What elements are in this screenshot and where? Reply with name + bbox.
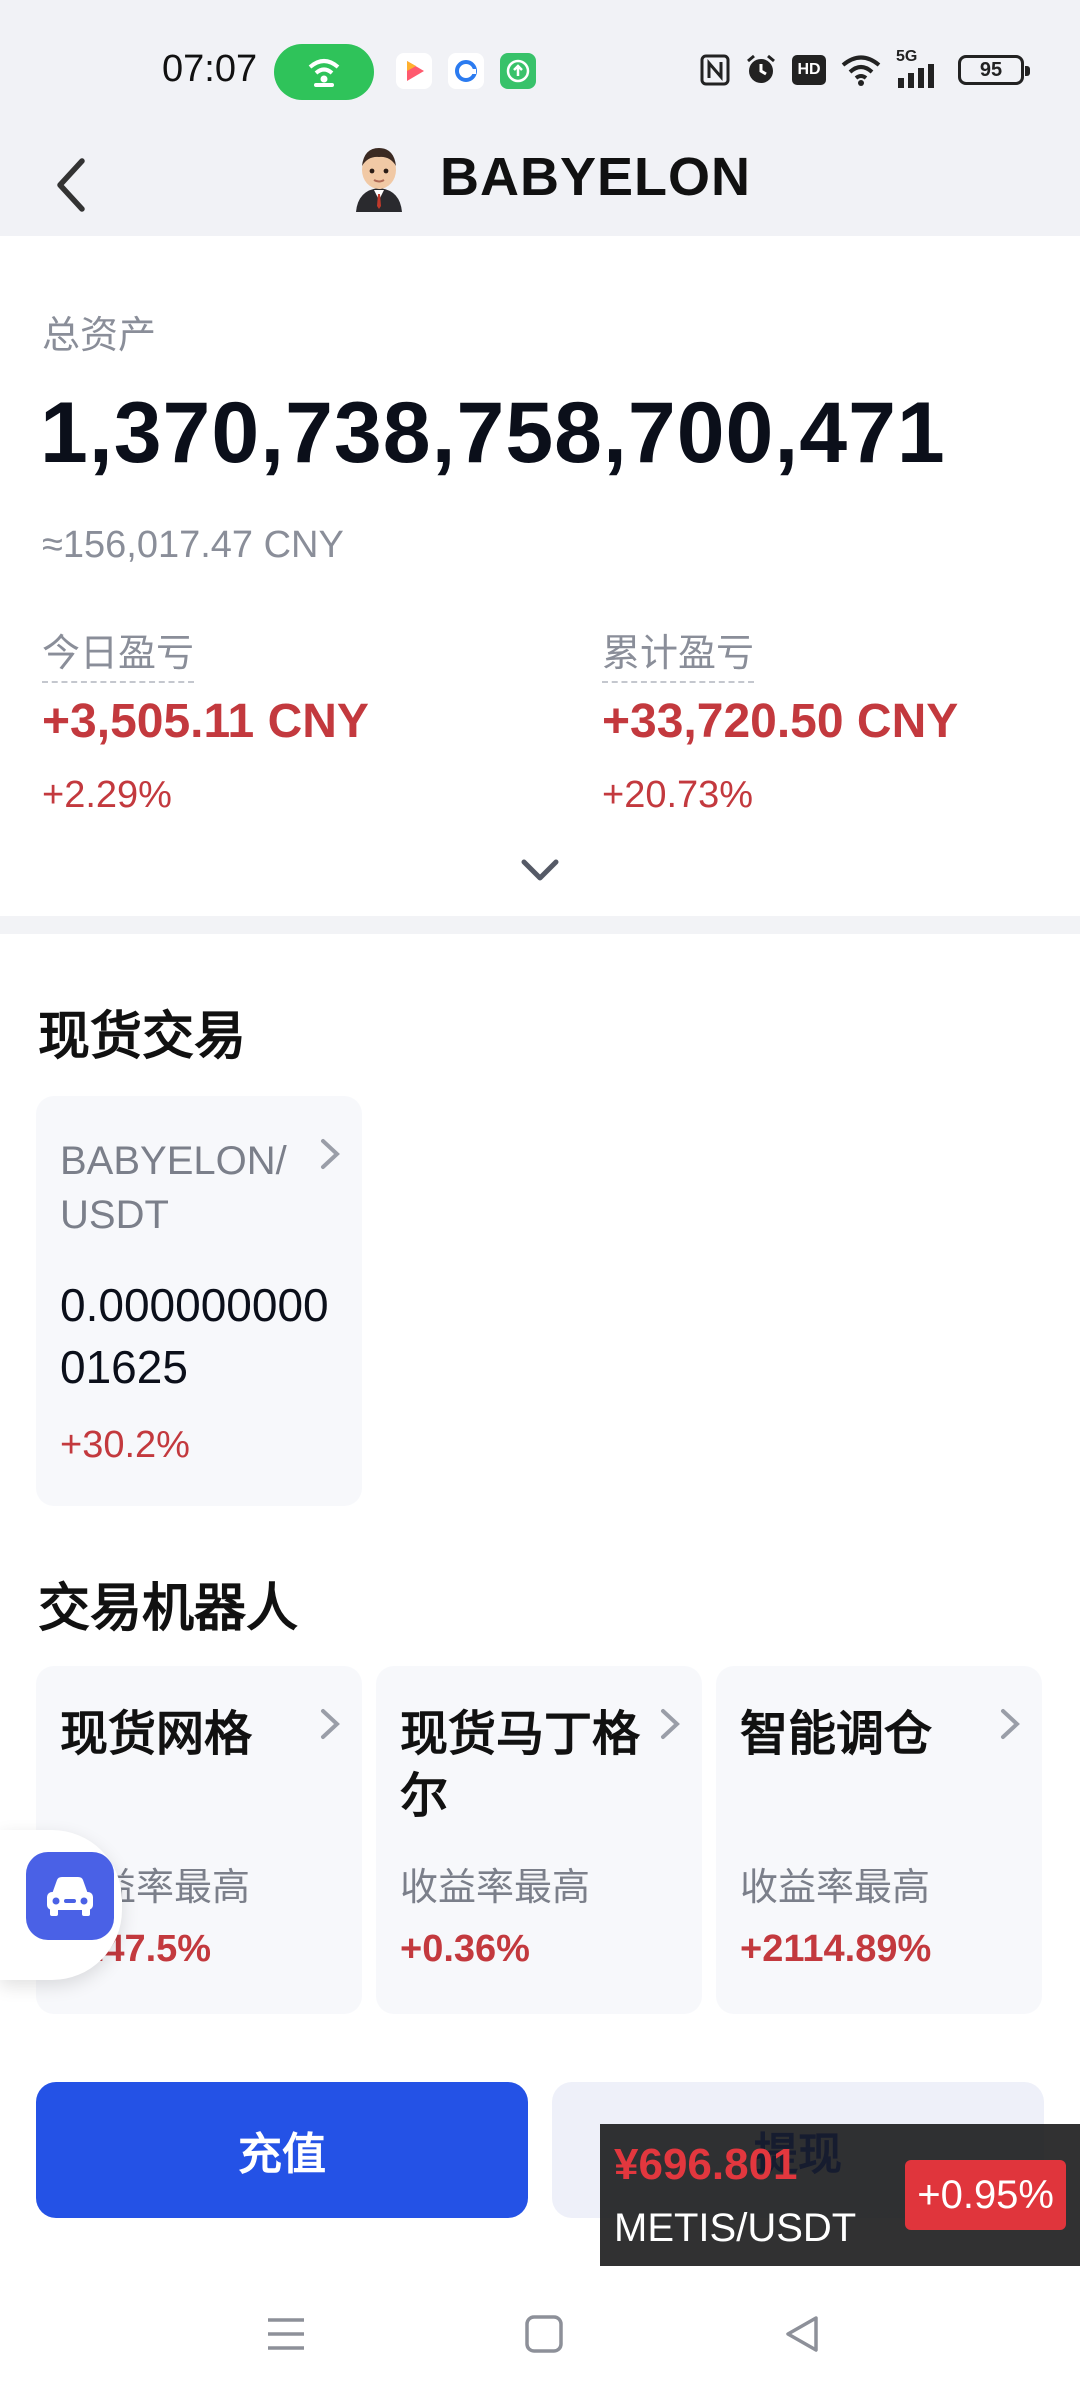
- section-divider: [0, 916, 1080, 934]
- spot-change: +30.2%: [60, 1424, 190, 1466]
- browser-app-icon: [448, 53, 484, 89]
- total-assets-cny: ≈156,017.47 CNY: [42, 524, 344, 566]
- chevron-right-icon: [318, 1136, 342, 1172]
- battery-icon: 95: [958, 55, 1030, 85]
- expand-chevron-down-icon[interactable]: [516, 852, 564, 888]
- cumulative-pnl-label[interactable]: 累计盈亏: [602, 622, 755, 683]
- bot-subtitle: 收益率最高: [400, 1867, 591, 1909]
- car-icon[interactable]: [26, 1852, 114, 1940]
- page-title: BABYELON: [440, 147, 752, 207]
- ticker-pair: METIS/USDT: [614, 2206, 857, 2250]
- bot-card-smart-rebalance[interactable]: 智能调仓 收益率最高 +2114.89%: [716, 1666, 1042, 2014]
- chevron-right-icon: [998, 1706, 1022, 1742]
- ticker-price: ¥696.801: [614, 2140, 798, 2189]
- upload-app-icon: [500, 53, 536, 89]
- today-pnl-value: +3,505.11 CNY: [42, 695, 369, 748]
- chevron-right-icon: [318, 1706, 342, 1742]
- total-assets-value: 1,370,738,758,700,471: [40, 385, 946, 481]
- spot-pair-card[interactable]: BABYELON/ USDT 0.00000000001625 +30.2%: [36, 1096, 362, 1506]
- ticker-change-badge: +0.95%: [905, 2160, 1066, 2230]
- home-icon[interactable]: [514, 2304, 574, 2364]
- bot-subtitle: 收益率最高: [740, 1867, 931, 1909]
- bot-return: +0.36%: [400, 1928, 530, 1970]
- bot-title: 现货网格: [60, 1708, 253, 1761]
- menu-icon[interactable]: [256, 2304, 316, 2364]
- wifi-icon: [841, 55, 881, 86]
- coin-avatar-icon: [350, 140, 408, 212]
- bots-section-title: 交易机器人: [38, 1580, 299, 1638]
- spot-price: 0.00000000001625: [60, 1279, 329, 1393]
- alarm-icon: [747, 54, 775, 83]
- spot-section-title: 现货交易: [38, 1008, 247, 1066]
- total-assets-label: 总资产: [42, 315, 157, 357]
- back-arrow-icon[interactable]: [40, 150, 100, 220]
- spot-pair-name: BABYELON/ USDT: [60, 1139, 287, 1237]
- hd-icon: HD: [792, 55, 826, 85]
- hotspot-icon[interactable]: [274, 44, 374, 100]
- status-bar: 07:07 HD 5G 95: [0, 0, 1080, 140]
- cumulative-pnl-value: +33,720.50 CNY: [602, 695, 959, 748]
- system-navigation-bar: [0, 2266, 1080, 2400]
- today-pnl-label[interactable]: 今日盈亏: [42, 622, 195, 683]
- today-pnl-percent: +2.29%: [42, 774, 172, 816]
- bot-title: 智能调仓: [740, 1708, 933, 1761]
- status-time: 07:07: [162, 48, 258, 90]
- nfc-icon: [700, 54, 730, 86]
- assets-summary: 总资产 1,370,738,758,700,471 ≈156,017.47 CN…: [0, 236, 1080, 916]
- status-icons: HD 5G 95: [700, 48, 1030, 92]
- bot-card-spot-martingale[interactable]: 现货马丁格尔 收益率最高 +0.36%: [376, 1666, 702, 2014]
- floating-price-ticker[interactable]: ¥696.801 METIS/USDT +0.95%: [600, 2124, 1080, 2266]
- bot-return: +2114.89%: [740, 1928, 932, 1970]
- video-app-icon: [396, 53, 432, 89]
- deposit-button[interactable]: 充值: [36, 2082, 528, 2218]
- chevron-right-icon: [658, 1706, 682, 1742]
- battery-level: 95: [979, 58, 1003, 81]
- back-triangle-icon[interactable]: [772, 2304, 832, 2364]
- cumulative-pnl-percent: +20.73%: [602, 774, 754, 816]
- bot-title: 现货马丁格尔: [400, 1708, 641, 1823]
- signal-icon: 5G: [896, 48, 944, 88]
- nav-bar: BABYELON: [0, 140, 1080, 236]
